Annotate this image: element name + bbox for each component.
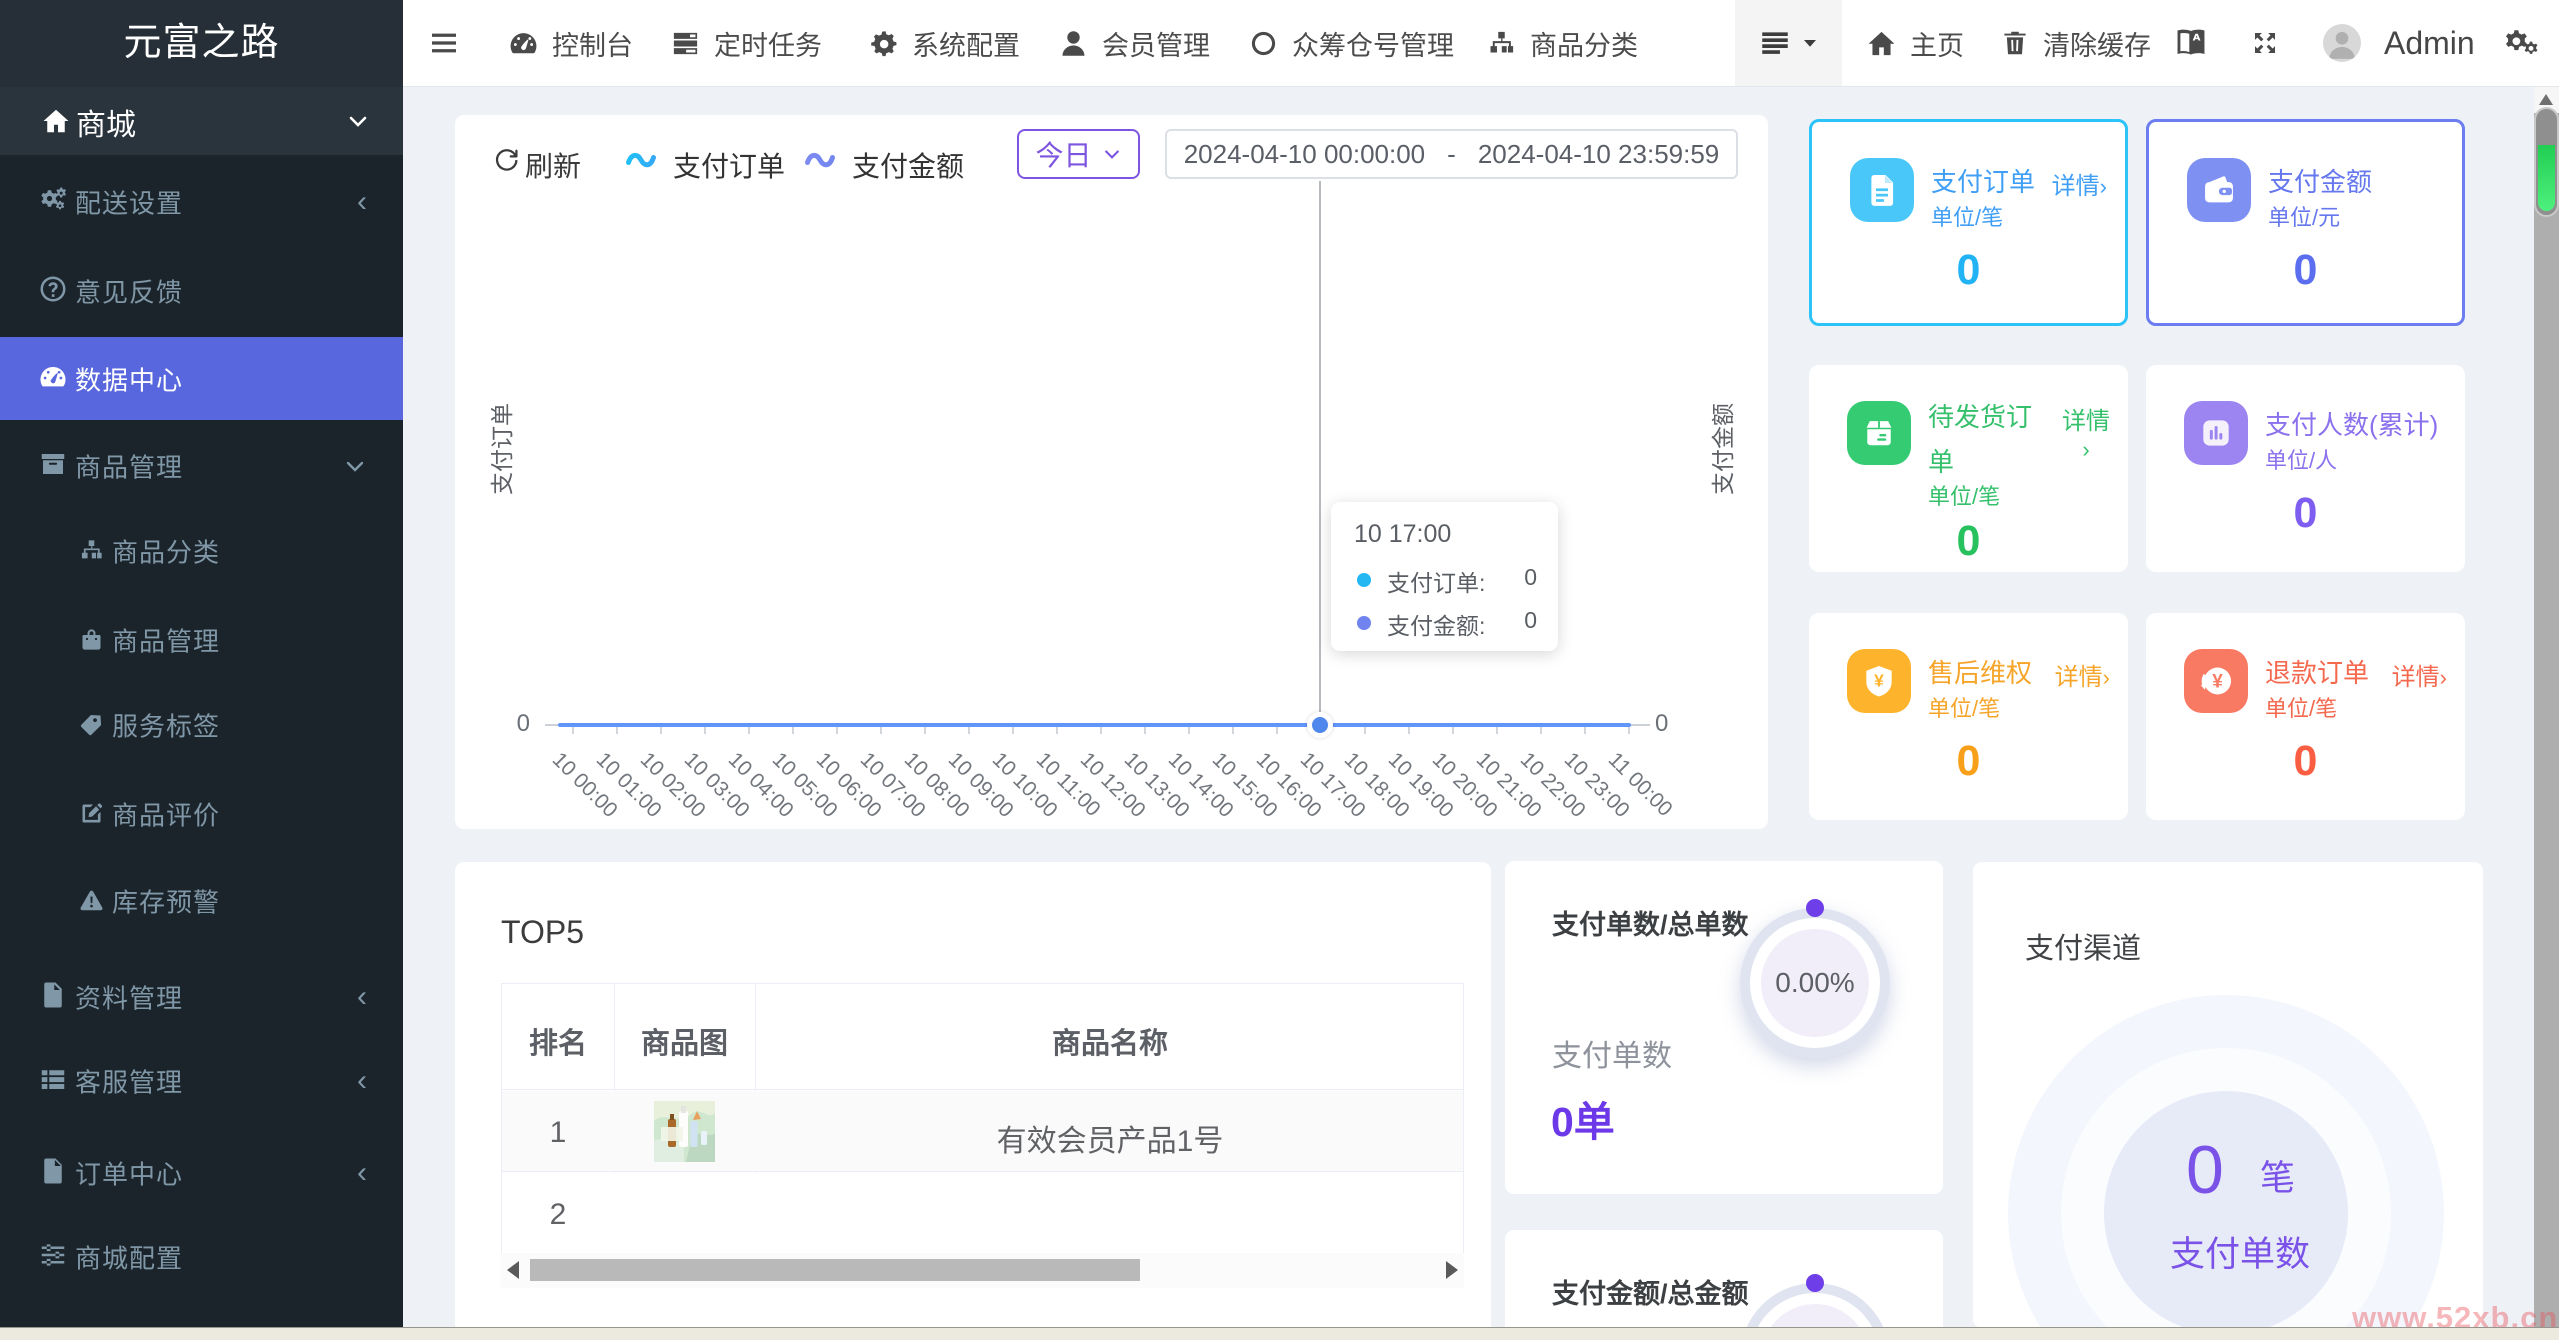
svg-text:¥: ¥ <box>2212 672 2223 693</box>
svg-text:¥: ¥ <box>1874 671 1884 691</box>
